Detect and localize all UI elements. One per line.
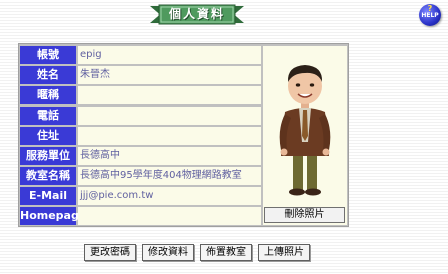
- field-value-classroom: 長德高中95學年度404物理網路教室: [78, 167, 261, 185]
- field-label-phone: 電話: [20, 107, 76, 125]
- help-label: HELP: [421, 12, 439, 19]
- field-label-organization: 服務單位: [20, 147, 76, 165]
- field-value-nickname: [78, 86, 261, 104]
- upload-photo-button[interactable]: 上傳照片: [258, 244, 310, 261]
- field-value-organization: 長德高中: [78, 147, 261, 165]
- field-label-nickname: 暱稱: [20, 86, 76, 104]
- photo-panel: [263, 46, 347, 225]
- field-value-account: epig: [78, 46, 261, 64]
- field-value-name: 朱晉杰: [78, 66, 261, 84]
- arrange-classroom-button[interactable]: 佈置教室: [200, 244, 252, 261]
- field-value-homepage: [78, 207, 261, 225]
- field-label-classroom: 教室名稱: [20, 167, 76, 185]
- field-value-address: [78, 127, 261, 145]
- field-value-phone: [78, 107, 261, 125]
- page-title: 個人資料: [168, 7, 225, 21]
- field-label-account: 帳號: [20, 46, 76, 64]
- field-label-name: 姓名: [20, 66, 76, 84]
- page-title-banner: 個人資料: [150, 4, 244, 25]
- field-label-address: 住址: [20, 127, 76, 145]
- field-label-homepage: Homepage: [20, 207, 86, 225]
- help-button[interactable]: ? HELP: [419, 4, 441, 26]
- change-password-button[interactable]: 更改密碼: [84, 244, 136, 261]
- field-value-email: jjj@pie.com.tw: [78, 187, 261, 205]
- delete-photo-button[interactable]: 刪除照片: [264, 207, 345, 223]
- edit-profile-button[interactable]: 修改資料: [142, 244, 194, 261]
- avatar: [279, 65, 331, 196]
- field-label-email: E-Mail: [20, 187, 76, 205]
